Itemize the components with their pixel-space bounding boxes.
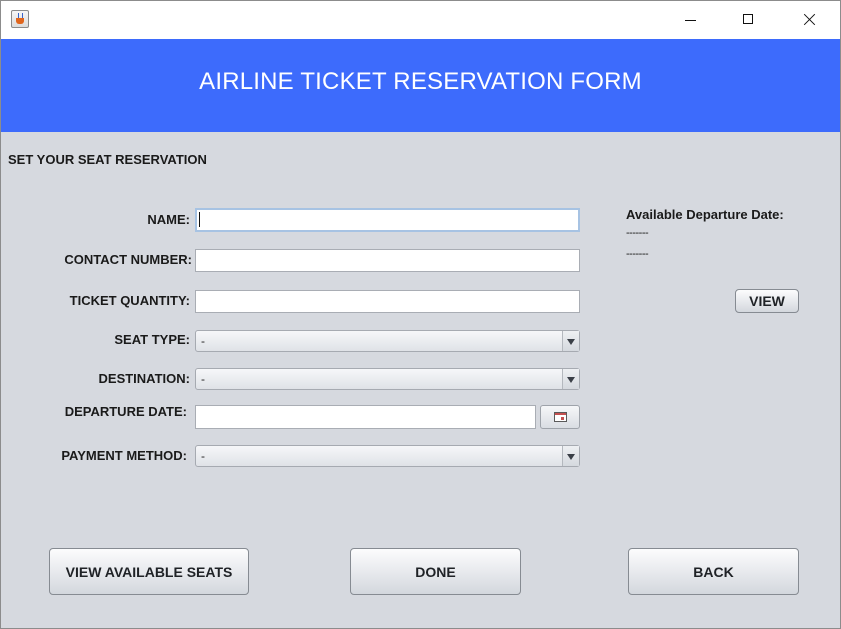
close-button[interactable] [786,1,832,39]
destination-dropdown[interactable]: - [195,368,580,390]
back-button[interactable]: BACK [628,548,799,595]
chevron-down-icon[interactable] [562,446,579,466]
cup-icon-part [16,18,24,24]
payment-method-selected: - [201,449,205,463]
title-bar [1,1,840,39]
available-date-line-1: ------- [626,227,649,239]
minimize-button[interactable] [668,1,714,39]
view-available-seats-button[interactable]: VIEW AVAILABLE SEATS [49,548,249,595]
page-title: AIRLINE TICKET RESERVATION FORM [199,68,642,95]
maximize-button[interactable] [726,1,772,39]
ticket-quantity-field[interactable] [195,290,580,313]
destination-selected: - [201,372,205,386]
name-label: NAME: [147,212,190,227]
seat-type-label: SEAT TYPE: [114,332,190,347]
seat-type-selected: - [201,334,205,348]
available-date-line-2: ------- [626,248,649,260]
chevron-down-icon[interactable] [562,369,579,389]
available-departure-date-label: Available Departure Date: [626,207,784,222]
seat-type-dropdown[interactable]: - [195,330,580,352]
java-cup-icon[interactable] [11,10,29,28]
contact-number-label: CONTACT NUMBER: [64,252,192,267]
payment-method-label: PAYMENT METHOD: [61,448,187,463]
destination-label: DESTINATION: [98,371,190,386]
text-caret [199,212,200,227]
payment-method-dropdown[interactable]: - [195,445,580,467]
calendar-icon [554,412,567,422]
chevron-down-icon[interactable] [562,331,579,351]
header-banner: AIRLINE TICKET RESERVATION FORM [1,39,840,132]
date-picker-button[interactable] [540,405,580,429]
view-dates-button[interactable]: VIEW [735,289,799,313]
ticket-quantity-label: TICKET QUANTITY: [69,293,190,308]
section-title: SET YOUR SEAT RESERVATION [8,152,207,167]
departure-date-field[interactable] [195,405,536,429]
application-window: AIRLINE TICKET RESERVATION FORM SET YOUR… [0,0,841,629]
maximize-icon [743,14,753,24]
done-button[interactable]: DONE [350,548,521,595]
contact-number-field[interactable] [195,249,580,272]
minimize-icon [685,20,696,21]
name-field[interactable] [195,208,580,232]
departure-date-label: DEPARTURE DATE: [64,404,187,419]
